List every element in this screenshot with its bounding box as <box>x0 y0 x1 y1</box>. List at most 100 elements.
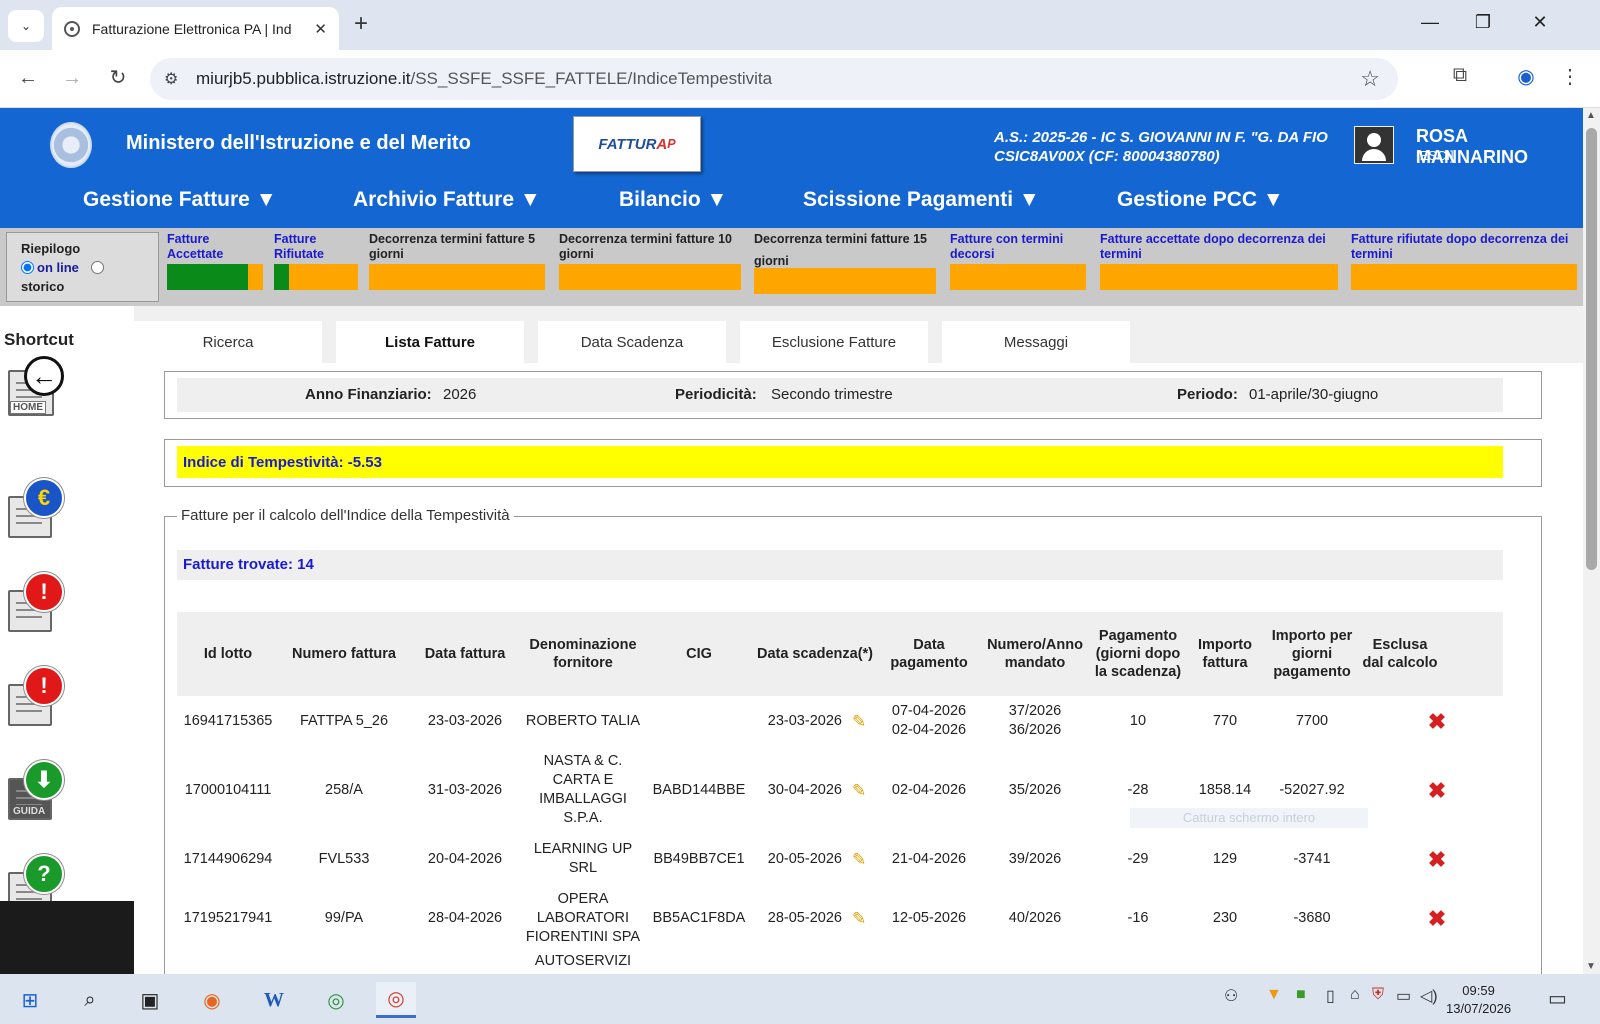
cell-giorni <box>1089 952 1187 974</box>
browser-menu-icon[interactable]: ⋮ <box>1556 64 1584 89</box>
main-menu: Gestione Fatture ▼ Archivio Fatture ▼ Bi… <box>0 180 1583 228</box>
tab-messaggi[interactable]: Messaggi <box>942 321 1130 363</box>
cell-id <box>177 952 279 974</box>
invoice-euro-shortcut[interactable]: € <box>8 478 64 538</box>
cell-cig: BB49BB7CE1 <box>653 850 745 867</box>
chrome-active-icon[interactable]: ◎ <box>376 982 416 1018</box>
periodo-value: 01-aprile/30-giugno <box>1249 386 1379 403</box>
online-radio[interactable] <box>21 261 34 274</box>
new-tab-button[interactable]: + <box>354 12 368 36</box>
restore-button[interactable]: ❐ <box>1468 12 1498 33</box>
fatture-fieldset: Fatture per il calcolo dell'Indice della… <box>164 507 1542 974</box>
summary-col-accettate[interactable]: Fatture Accettate <box>167 232 263 290</box>
dark-overlay-strip <box>0 901 134 974</box>
storico-radio[interactable] <box>90 261 104 274</box>
edit-pencil-icon[interactable]: ✎ <box>852 781 866 800</box>
nvidia-icon[interactable]: ■ <box>1296 986 1306 1004</box>
cell-importo: 770 <box>1212 712 1238 729</box>
storico-label: storico <box>21 279 65 294</box>
exclude-x-icon[interactable]: ✖ <box>1361 834 1513 884</box>
scroll-thumb[interactable] <box>1586 128 1597 570</box>
cell-giorni: -29 <box>1127 850 1149 867</box>
summary-col-15-giorni[interactable]: Decorrenza termini fatture 15 giorni <box>754 228 936 294</box>
table-row: 17144906294 FVL533 20-04-2026 LEARNING UP S… <box>177 834 1503 884</box>
system-clock[interactable]: 09:59 13/07/2026 <box>1446 982 1511 1018</box>
question-icon: ? <box>24 854 64 894</box>
url-field[interactable]: ⚙ miurjb5.pubblica.istruzione.it/SS_SSFE… <box>150 58 1398 100</box>
wifi-tray-icon[interactable]: ▼ <box>1266 986 1282 1004</box>
people-icon[interactable]: ⚇ <box>1224 986 1238 1006</box>
edit-pencil-icon[interactable]: ✎ <box>852 909 866 928</box>
scroll-up-icon[interactable]: ▲ <box>1586 110 1596 121</box>
summary-col-termini-decorsi[interactable]: Fatture con termini decorsi <box>950 232 1086 290</box>
menu-bilancio[interactable]: Bilancio ▼ <box>619 188 727 212</box>
edit-pencil-icon[interactable]: ✎ <box>852 712 866 731</box>
bar-termini-decorsi <box>950 264 1086 290</box>
logout-link[interactable]: [ESCI] <box>1416 148 1454 163</box>
page-scrollbar[interactable]: ▲ ▼ <box>1583 108 1600 974</box>
forward-button[interactable]: → <box>58 66 86 90</box>
bar-accettate-dopo <box>1100 264 1338 290</box>
exclude-x-icon[interactable]: ✖ <box>1361 884 1513 952</box>
summary-col-10-giorni[interactable]: Decorrenza termini fatture 10 giorni <box>559 232 741 290</box>
browser-tab-active[interactable]: Fatturazione Elettronica PA | Ind ✕ <box>52 7 339 50</box>
shield-icon[interactable]: ⛨ <box>1372 986 1384 1004</box>
close-tab-icon[interactable]: ✕ <box>314 20 327 38</box>
notifications-icon[interactable]: ▭ <box>1548 986 1567 1011</box>
firefox-icon[interactable]: ◉ <box>192 982 232 1018</box>
cell-importo <box>1187 952 1263 974</box>
cell-mandato: 40/2026 <box>1008 909 1062 926</box>
tab-esclusione-fatture[interactable]: Esclusione Fatture <box>740 321 928 363</box>
menu-gestione-fatture[interactable]: Gestione Fatture ▼ <box>83 188 276 212</box>
summary-col-accettate-dopo[interactable]: Fatture accettate dopo decorrenza dei te… <box>1100 232 1338 290</box>
tab-data-scadenza[interactable]: Data Scadenza <box>538 321 726 363</box>
battery-icon[interactable]: ▯ <box>1326 986 1335 1006</box>
tab-panel: Anno Finanziario: 2026 Periodicità: Seco… <box>134 363 1583 974</box>
edit-pencil-icon[interactable]: ✎ <box>852 850 866 869</box>
task-view-icon[interactable]: ▣ <box>130 982 170 1018</box>
network-icon[interactable]: ▭ <box>1396 986 1411 1006</box>
home-shortcut[interactable]: ← HOME <box>8 356 64 416</box>
chrome-icon[interactable]: ◎ <box>316 982 356 1018</box>
menu-gestione-pcc[interactable]: Gestione PCC ▼ <box>1117 188 1284 212</box>
summary-col-rifiutate[interactable]: Fatture Rifiutate <box>274 232 358 290</box>
extensions-icon[interactable]: ⧉ <box>1446 64 1474 87</box>
back-button[interactable]: ← <box>14 66 42 90</box>
site-info-icon[interactable]: ⚙ <box>164 69 178 89</box>
summary-col-5-giorni[interactable]: Decorrenza termini fatture 5 giorni <box>369 232 545 290</box>
exclude-x-icon[interactable]: ✖ <box>1361 696 1513 746</box>
search-icon[interactable]: ⌕ <box>70 982 110 1018</box>
scroll-down-icon[interactable]: ▼ <box>1586 961 1596 972</box>
avatar <box>1354 126 1394 164</box>
bookmark-star-icon[interactable]: ☆ <box>1360 66 1380 92</box>
profile-icon[interactable]: ◉ <box>1512 64 1540 89</box>
col-cig: CIG <box>686 646 712 662</box>
volume-icon[interactable]: ◁) <box>1420 986 1438 1006</box>
menu-archivio-fatture[interactable]: Archivio Fatture ▼ <box>353 188 541 212</box>
cell-data: 31-03-2026 <box>427 781 503 798</box>
exclude-x-icon[interactable]: ✖ <box>1361 746 1513 834</box>
ministry-title: Ministero dell'Istruzione e del Merito <box>126 132 471 154</box>
cell-mandato: 37/2026 36/2026 <box>1008 703 1062 738</box>
tab-search-button[interactable]: ⌄ <box>8 10 44 42</box>
reload-button[interactable]: ↻ <box>104 66 132 90</box>
usb-icon[interactable]: ⌂ <box>1350 986 1360 1004</box>
summary-bar: Riepilogo on line storico Fatture Accett… <box>0 228 1583 306</box>
menu-scissione-pagamenti[interactable]: Scissione Pagamenti ▼ <box>803 188 1040 212</box>
minimize-button[interactable]: — <box>1415 12 1445 33</box>
summary-col-rifiutate-dopo[interactable]: Fatture rifiutate dopo decorrenza dei te… <box>1351 232 1577 290</box>
tab-lista-fatture[interactable]: Lista Fatture <box>336 321 524 363</box>
alert-shortcut-1[interactable]: ! <box>8 572 64 632</box>
alert-shortcut-2[interactable]: ! <box>8 666 64 726</box>
cell-data <box>409 952 521 974</box>
col-fornitore: Denominazione fornitore <box>529 637 637 671</box>
close-window-button[interactable]: ✕ <box>1525 12 1555 33</box>
indice-tempestivita: Indice di Tempestività: -5.53 <box>177 446 1503 478</box>
cell-numero: FVL533 <box>318 850 370 867</box>
word-icon[interactable]: W <box>254 982 294 1018</box>
school-info: A.S.: 2025-26 - IC S. GIOVANNI IN F. "G.… <box>994 129 1328 165</box>
start-button[interactable]: ⊞ <box>10 982 50 1018</box>
periodicita-value: Secondo trimestre <box>771 386 893 403</box>
guida-shortcut[interactable]: ⬇ GUIDA <box>8 760 64 820</box>
tab-ricerca[interactable]: Ricerca <box>134 321 322 363</box>
